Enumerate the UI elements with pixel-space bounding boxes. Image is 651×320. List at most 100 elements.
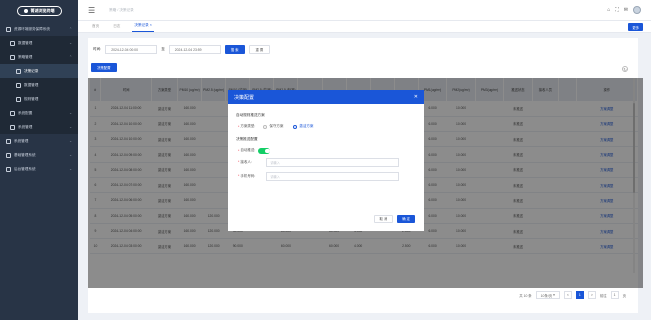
receiver-label: 接收人:	[240, 159, 252, 164]
filter-bar: 时间: 2024-12-04 00:00 至 2024-12-04 23:59 …	[93, 45, 271, 54]
chevron-down-icon: ⌄	[69, 125, 72, 129]
logo: 菁湖浏览终端	[0, 0, 78, 22]
phone-input[interactable]: 请输入	[266, 171, 400, 181]
sidebar: 菁湖浏览终端 资源环境服务保障系统 ⌃ 数据管理 ⌄ 策略管理 ⌃ 决策记录 数据管理 规则管理…	[0, 0, 78, 320]
sidebar-item-label: 系统管理	[18, 124, 33, 129]
radio-conservative[interactable]	[263, 124, 268, 129]
menu-icon	[10, 124, 15, 130]
chevron-down-icon: ⌄	[69, 167, 72, 171]
chevron-up-icon: ⌃	[69, 55, 72, 59]
decision-config-button[interactable]: 决策配置	[91, 63, 117, 72]
sidebar-item-label: 策略管理	[18, 54, 33, 59]
chevron-down-icon: ⌄	[69, 41, 72, 45]
tab-home[interactable]: 首页	[90, 24, 101, 32]
receiver-input[interactable]: 请输入	[266, 157, 400, 167]
auto-push-label: 自动推送:	[240, 148, 256, 153]
sidebar-item-label: 数据管理	[24, 82, 39, 87]
time-label: 时间:	[93, 47, 102, 51]
receiver-row: * 接收人: 请输入	[228, 157, 424, 167]
tabs-bar: 首页 日志 决策记录 × 更多	[78, 21, 651, 33]
dialog-title: 决策配置	[234, 94, 255, 101]
home-icon[interactable]: ⌂	[607, 7, 610, 13]
auto-push-switch[interactable]	[258, 148, 271, 154]
tab-log[interactable]: 日志	[111, 24, 122, 32]
goto-page-input[interactable]: 1	[610, 291, 619, 299]
sidebar-item[interactable]: 后台管理系统 ⌄	[0, 162, 78, 176]
menu-icon	[16, 82, 21, 88]
page-number[interactable]: 1	[575, 291, 584, 299]
sidebar-item-label: 基础管理系统	[14, 152, 36, 157]
page-size-select[interactable]: 10条/页 ▾	[535, 291, 560, 299]
search-button[interactable]: 搜 索	[224, 45, 245, 54]
end-date-input[interactable]: 2024-12-04 23:59	[168, 45, 221, 54]
sidebar-item[interactable]: 基础管理系统 ⌄	[0, 148, 78, 162]
pagination: 共 10 条 10条/页 ▾ < 1 > 前往 1 页	[519, 291, 626, 299]
dialog-header: 决策配置 ✕	[228, 90, 424, 104]
breadcrumb: 策略 / 决策记录	[109, 7, 134, 12]
radio-conservative-label[interactable]: 保守方案	[269, 124, 283, 129]
more-tabs-button[interactable]: 更多	[628, 23, 643, 31]
menu-icon	[6, 26, 11, 32]
next-page-button[interactable]: >	[587, 291, 596, 299]
pager-total: 共 10 条	[519, 293, 532, 298]
goto-label: 前往	[599, 293, 607, 298]
sidebar-nav: 资源环境服务保障系统 ⌃ 数据管理 ⌄ 策略管理 ⌃ 决策记录 数据管理 规则管理 系统配置 ⌄ 系统…	[0, 22, 78, 176]
section-push-config: 决策推送配置	[236, 137, 258, 141]
dialog-footer: 取 消 确 定	[373, 214, 415, 223]
menu-icon	[6, 138, 11, 144]
sidebar-item-label: 规则管理	[24, 96, 39, 101]
tab-decision-record[interactable]: 决策记录 ×	[132, 23, 154, 32]
logo-icon	[23, 9, 28, 13]
sidebar-item[interactable]: 系统配置 ⌄	[0, 106, 78, 120]
menu-icon	[6, 152, 11, 158]
menu-icon	[10, 110, 15, 116]
goto-suffix: 页	[622, 293, 626, 298]
decision-config-dialog: 决策配置 ✕ 自动规则推送方案 * 方案类型: 保守方案 激活方案 决策推送配置…	[228, 90, 424, 231]
refresh-icon[interactable]: ↻	[622, 66, 628, 72]
chevron-down-icon: ⌄	[69, 139, 72, 143]
menu-icon	[16, 68, 21, 74]
phone-row: * 手机号码: 请输入	[228, 171, 424, 181]
sidebar-item-label: 系统配置	[18, 110, 33, 115]
radio-active-label[interactable]: 激活方案	[299, 124, 313, 129]
chevron-down-icon: ⌄	[69, 111, 72, 115]
plan-type-row: * 方案类型: 保守方案 激活方案	[238, 124, 314, 129]
radio-active[interactable]	[293, 124, 298, 129]
cancel-button[interactable]: 取 消	[373, 214, 394, 223]
sidebar-item[interactable]: 资源环境服务保障系统 ⌃	[0, 22, 78, 36]
avatar[interactable]	[633, 6, 641, 14]
auto-push-row: * 自动推送:	[228, 148, 424, 154]
confirm-button[interactable]: 确 定	[397, 214, 415, 223]
prev-page-button[interactable]: <	[563, 291, 572, 299]
menu-toggle-icon[interactable]: ☰	[88, 6, 95, 15]
sidebar-item[interactable]: 规则管理	[0, 92, 78, 106]
menu-icon	[16, 96, 21, 102]
sidebar-item-label: 系统管理	[14, 138, 29, 143]
chevron-down-icon: ⌄	[69, 153, 72, 157]
sidebar-item[interactable]: 数据管理	[0, 78, 78, 92]
sidebar-item-label: 资源环境服务保障系统	[14, 26, 50, 31]
menu-icon	[6, 166, 11, 172]
plan-type-label: 方案类型:	[240, 124, 256, 128]
close-icon[interactable]: ✕	[414, 94, 418, 100]
sidebar-item[interactable]: 策略管理 ⌃	[0, 50, 78, 64]
sidebar-item-label: 数据管理	[18, 40, 33, 45]
start-date-input[interactable]: 2024-12-04 00:00	[105, 45, 158, 54]
sidebar-item[interactable]: 决策记录	[0, 64, 78, 78]
sidebar-item[interactable]: 数据管理 ⌄	[0, 36, 78, 50]
range-separator: 至	[161, 47, 165, 51]
sidebar-item[interactable]: 系统管理 ⌄	[0, 134, 78, 148]
fullscreen-icon[interactable]: ⛶	[615, 7, 619, 13]
menu-icon	[10, 54, 15, 60]
logo-text: 菁湖浏览终端	[30, 8, 55, 13]
message-icon[interactable]: ✉	[624, 7, 628, 13]
reset-button[interactable]: 重 置	[248, 45, 271, 54]
section-auto-rule: 自动规则推送方案	[236, 113, 265, 117]
phone-label: 手机号码:	[240, 173, 256, 178]
sidebar-item-label: 后台管理系统	[14, 166, 36, 171]
chevron-up-icon: ⌃	[69, 27, 72, 31]
topbar: ☰ 策略 / 决策记录 ⌂ ⛶ ✉	[78, 0, 651, 21]
menu-icon	[10, 40, 15, 46]
sidebar-item[interactable]: 系统管理 ⌄	[0, 120, 78, 134]
sidebar-item-label: 决策记录	[24, 68, 39, 73]
